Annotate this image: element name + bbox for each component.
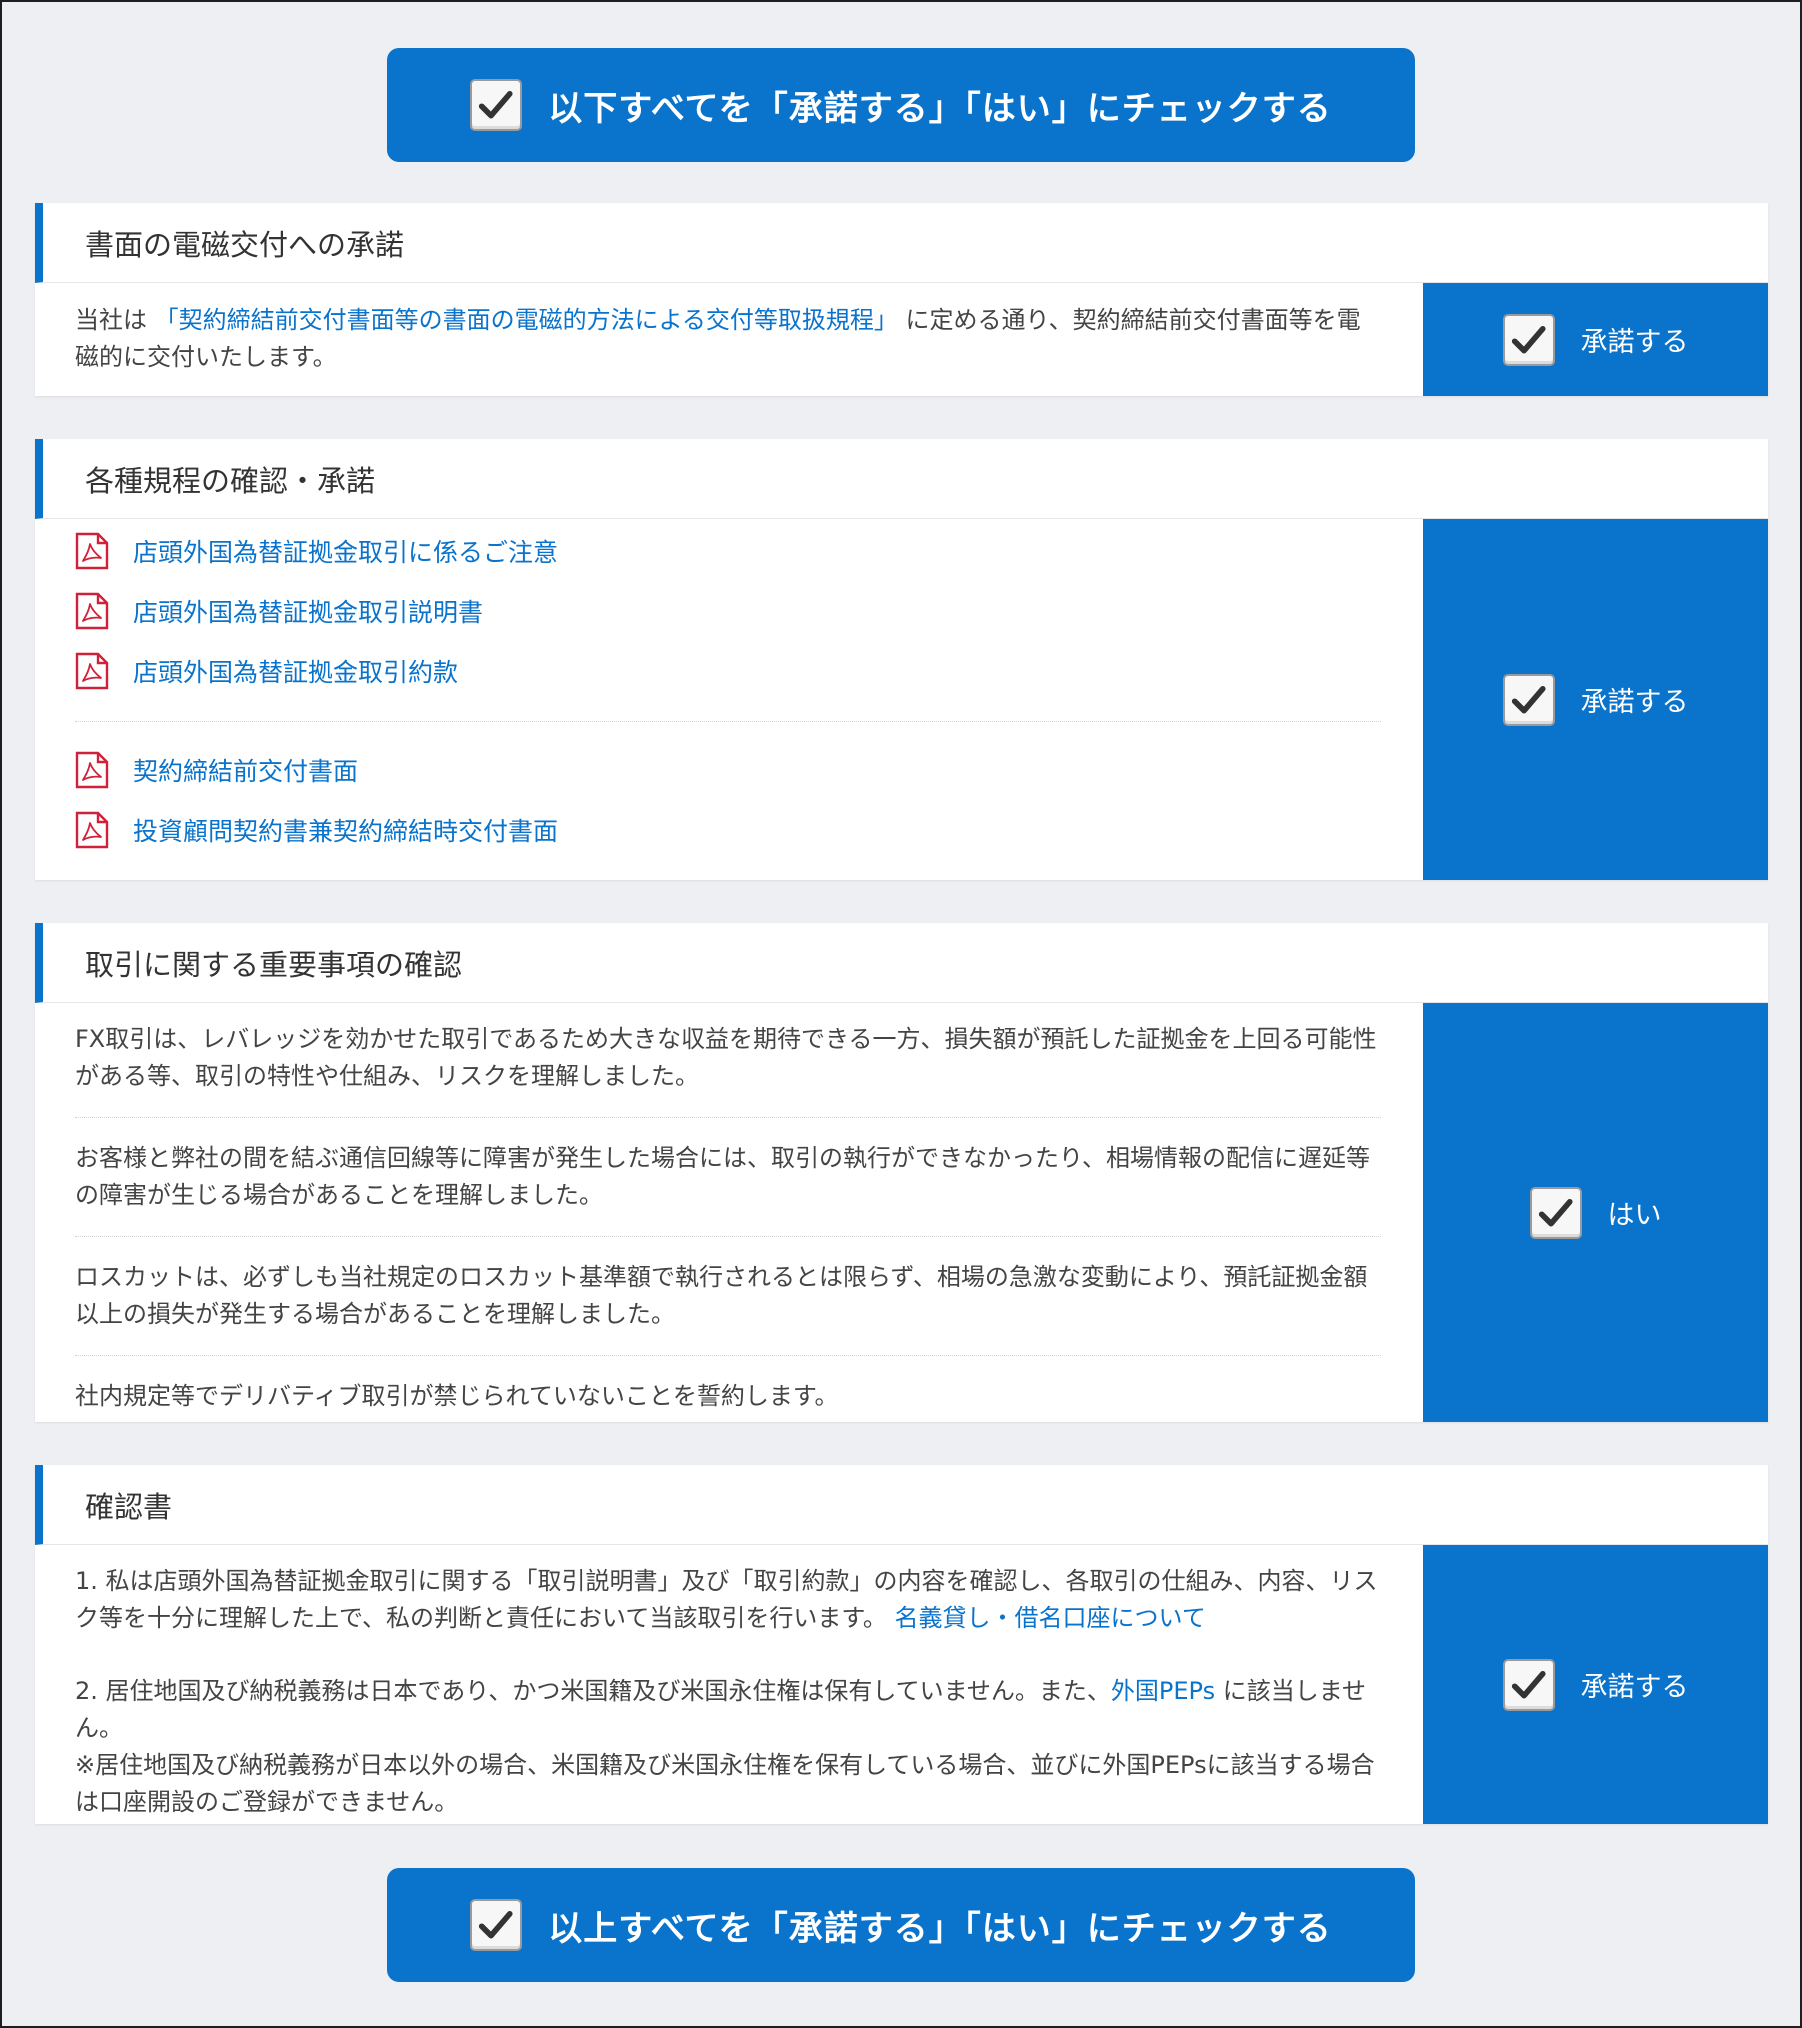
document-link-label: 店頭外国為替証拠金取引に係るご注意: [133, 538, 559, 567]
checkbox-checked-icon: [470, 79, 523, 131]
checkbox-checked-icon: [1529, 1186, 1582, 1239]
important-item: ロスカットは、必ずしも当社規定のロスカット基準額で執行されるとは限らず、相場の急…: [75, 1236, 1381, 1355]
section-title: 確認書: [35, 1465, 1768, 1545]
checkbox-checked-icon: [1502, 313, 1555, 366]
checkbox-checked-icon: [1502, 1658, 1555, 1711]
pdf-icon: [75, 811, 109, 849]
document-link-label: 契約締結前交付書面: [133, 757, 359, 786]
document-link[interactable]: 店頭外国為替証拠金取引に係るご注意: [75, 521, 1381, 581]
accept-label: 承諾する: [1580, 327, 1689, 358]
accept-label: 承諾する: [1580, 1672, 1689, 1703]
document-link[interactable]: 店頭外国為替証拠金取引説明書: [75, 581, 1381, 641]
document-link[interactable]: 店頭外国為替証拠金取引約款: [75, 641, 1381, 701]
yes-label: はい: [1607, 1200, 1662, 1231]
pdf-icon: [75, 652, 109, 690]
check-all-top-label: 以下すべてを「承諾する」「はい」にチェックする: [548, 88, 1332, 129]
document-link[interactable]: 契約締結前交付書面: [75, 740, 1381, 800]
confirmation-item-1: 1. 私は店頭外国為替証拠金取引に関する「取引説明書」及び「取引約款」の内容を確…: [75, 1567, 1378, 1632]
electronic-delivery-text: 当社は 「契約締結前交付書面等の書面の電磁的方法による交付等取扱規程」 に定める…: [75, 306, 1361, 371]
pdf-icon: [75, 592, 109, 630]
checkbox-checked-icon: [1502, 673, 1555, 726]
important-item: FX取引は、レバレッジを効かせた取引であるため大きな収益を期待できる一方、損失額…: [75, 1025, 1377, 1090]
section-important-matters: 取引に関する重要事項の確認 FX取引は、レバレッジを効かせた取引であるため大きな…: [35, 923, 1768, 1422]
document-link-label: 投資顧問契約書兼契約締結時交付書面: [133, 817, 559, 846]
document-link-label: 店頭外国為替証拠金取引約款: [133, 658, 459, 687]
accept-label: 承諾する: [1580, 687, 1689, 718]
divider: 契約締結前交付書面 投資顧問契約書兼契約締結時交付書面: [75, 721, 1381, 860]
important-item: お客様と弊社の間を結ぶ通信回線等に障害が発生した場合には、取引の執行ができなかっ…: [75, 1117, 1381, 1236]
agree-important-matters-toggle[interactable]: はい: [1423, 1003, 1768, 1422]
nominee-account-link[interactable]: 名義貸し・借名口座について: [895, 1604, 1206, 1632]
electronic-delivery-rules-link[interactable]: 「契約締結前交付書面等の書面の電磁的方法による交付等取扱規程」: [155, 306, 898, 334]
accept-confirmation-toggle[interactable]: 承諾する: [1423, 1545, 1768, 1824]
section-electronic-delivery: 書面の電磁交付への承諾 当社は 「契約締結前交付書面等の書面の電磁的方法による交…: [35, 203, 1768, 396]
check-all-top-button[interactable]: 以下すべてを「承諾する」「はい」にチェックする: [387, 48, 1415, 162]
check-all-bottom-button[interactable]: 以上すべてを「承諾する」「はい」にチェックする: [387, 1868, 1415, 1982]
important-item: 社内規定等でデリバティブ取引が禁じられていないことを誓約します。: [75, 1355, 1381, 1437]
confirmation-note: ※居住地国及び納税義務が日本以外の場合、米国籍及び米国永住権を保有している場合、…: [75, 1751, 1375, 1816]
document-link-label: 店頭外国為替証拠金取引説明書: [133, 598, 484, 627]
section-title: 書面の電磁交付への承諾: [35, 203, 1768, 283]
document-link[interactable]: 投資顧問契約書兼契約締結時交付書面: [75, 800, 1381, 860]
accept-regulations-toggle[interactable]: 承諾する: [1423, 519, 1768, 880]
checkbox-checked-icon: [470, 1899, 523, 1951]
section-title: 取引に関する重要事項の確認: [35, 923, 1768, 1003]
confirmation-item-2: 2. 居住地国及び納税義務は日本であり、かつ米国籍及び米国永住権は保有していませ…: [75, 1677, 1367, 1742]
pdf-icon: [75, 532, 109, 570]
section-title: 各種規程の確認・承諾: [35, 439, 1768, 519]
check-all-bottom-label: 以上すべてを「承諾する」「はい」にチェックする: [548, 1908, 1332, 1949]
accept-electronic-delivery-toggle[interactable]: 承諾する: [1423, 283, 1768, 396]
foreign-peps-link[interactable]: 外国PEPs: [1111, 1677, 1215, 1705]
document-group-1: 店頭外国為替証拠金取引に係るご注意 店頭外国為替証拠金取引説明書 店頭外国為替証…: [75, 521, 1381, 721]
section-confirmation: 確認書 1. 私は店頭外国為替証拠金取引に関する「取引説明書」及び「取引約款」の…: [35, 1465, 1768, 1824]
section-regulations: 各種規程の確認・承諾 店頭外国為替証拠金取引に係るご注意 店頭外国為替証拠金取引…: [35, 439, 1768, 880]
pdf-icon: [75, 751, 109, 789]
